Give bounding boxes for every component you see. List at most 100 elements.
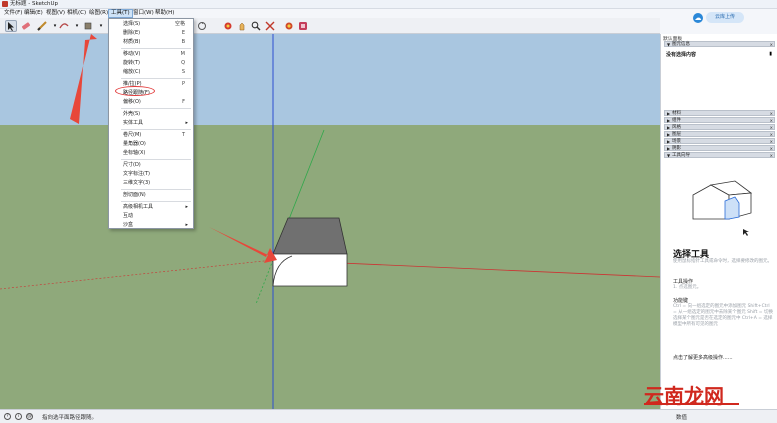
section-label: 图元信息 (672, 42, 690, 47)
rectangle-icon[interactable] (82, 20, 94, 32)
menu-item-rotate[interactable]: 旋转(T) Q (109, 59, 193, 68)
menu-separator (121, 48, 191, 49)
menu-item-advanced-camera[interactable]: 高级相机工具 ▸ (109, 203, 193, 212)
menu-separator (121, 189, 191, 190)
shape-icon[interactable] (58, 20, 70, 32)
menu-item-scale[interactable]: 缩放(C) S (109, 68, 193, 77)
menu-item-section-plane[interactable]: 剖切面(N) (109, 191, 193, 200)
menu-item-protractor[interactable]: 量角器(O) (109, 140, 193, 149)
house-illustration (692, 180, 753, 236)
menu-edit[interactable]: 编辑(E) (22, 9, 45, 18)
zoom-icon[interactable] (250, 20, 262, 32)
menu-tools[interactable]: 工具(T) (108, 9, 133, 18)
menu-item-select[interactable]: 选择(S) 空格 (109, 20, 193, 29)
expand-triangle-icon: ▶ (667, 125, 671, 130)
menu-item-move[interactable]: 移动(V) M (109, 50, 193, 59)
section-components[interactable]: ▶ 组件 × (664, 117, 775, 123)
learn-more-link[interactable]: 点击了解更多高级操作...... (673, 354, 733, 361)
title-bar: 无标题 - SketchUp (0, 0, 777, 9)
submenu-arrow-icon: ▸ (185, 120, 188, 126)
no-selection-label: 没有选择内容 (666, 52, 697, 58)
keys-text: Ctrl = 向一组选定的图元中添加图元 Shift+Ctrl = 从一组选定的… (673, 304, 773, 327)
menu-item-solid-tools[interactable]: 实体工具 ▸ (109, 119, 193, 128)
cloud-upload-button[interactable]: 云库上传 (706, 12, 744, 23)
close-icon[interactable]: × (770, 132, 773, 137)
menu-item-axes[interactable]: 坐标轴(X) (109, 149, 193, 158)
menu-view[interactable]: 视图(V) (44, 9, 67, 18)
box-front (272, 253, 348, 287)
menu-item-sandbox[interactable]: 沙盒 ▸ (109, 221, 193, 230)
orbit-icon[interactable] (196, 20, 208, 32)
sky (0, 34, 660, 125)
menu-item-3d-text[interactable]: 三维文字(3) (109, 179, 193, 188)
cloud-icon[interactable]: ☁ (693, 13, 703, 23)
close-icon[interactable]: × (770, 153, 773, 158)
close-icon[interactable]: × (770, 111, 773, 116)
section-entity-info[interactable]: ▼ 图元信息 × (664, 41, 775, 47)
ops-title: 工具操作 (673, 279, 694, 285)
section-shadows[interactable]: ▶ 阴影 × (664, 145, 775, 151)
georeference-icon[interactable]: ? (4, 413, 11, 420)
section-label: 材料 (672, 111, 681, 116)
section-instructor[interactable]: ▼ 工具向导 × (664, 152, 775, 158)
section-scenes[interactable]: ▶ 场景 × (664, 138, 775, 144)
menu-item-paint[interactable]: 材质(B) B (109, 38, 193, 47)
measurements-label: 数值 (676, 415, 688, 421)
collapse-triangle-icon: ▼ (667, 153, 671, 158)
close-icon[interactable]: × (770, 125, 773, 130)
menu-separator (121, 108, 191, 109)
hand-icon[interactable] (236, 20, 248, 32)
eraser-icon[interactable] (20, 20, 32, 32)
credits-icon[interactable]: i (15, 413, 22, 420)
watermark-underline (644, 403, 739, 405)
select-icon[interactable] (5, 20, 17, 32)
close-icon[interactable]: × (770, 42, 773, 47)
lock-icon[interactable]: ▮ (769, 51, 772, 57)
close-icon[interactable]: × (770, 146, 773, 151)
section-materials[interactable]: ▶ 材料 × (664, 110, 775, 116)
menu-item-text[interactable]: 文字标注(T) (109, 170, 193, 179)
section-label: 场景 (672, 139, 681, 144)
menu-item-dimensions[interactable]: 尺寸(D) (109, 161, 193, 170)
section-label: 风格 (672, 125, 681, 130)
menu-separator (121, 159, 191, 160)
close-icon[interactable]: × (770, 118, 773, 123)
menu-item-erase[interactable]: 删除(E) E (109, 29, 193, 38)
top-right-strip: ☁ 云库上传 (660, 9, 777, 34)
collapse-triangle-icon: ▼ (667, 42, 671, 47)
submenu-arrow-icon: ▸ (185, 204, 188, 210)
expand-triangle-icon: ▶ (667, 146, 671, 151)
warehouse-icon[interactable] (297, 20, 309, 32)
section-label: 工具向导 (672, 153, 690, 158)
menu-item-tape-measure[interactable]: 卷尺(M) T (109, 131, 193, 140)
menu-draw[interactable]: 绘图(R) (87, 9, 110, 18)
menu-separator (121, 201, 191, 202)
status-bar: ? i @ 指向选平面路径跟随。 数值 (0, 409, 777, 423)
menu-separator (121, 78, 191, 79)
section-layers[interactable]: ▶ 图层 × (664, 131, 775, 137)
menu-item-offset[interactable]: 偏移(O) F (109, 98, 193, 107)
user-icon[interactable]: @ (26, 413, 33, 420)
menu-item-outer-shell[interactable]: 外壳(S) (109, 110, 193, 119)
highlight-ring (115, 86, 155, 96)
dropdown-arrow-icon[interactable]: ▾ (95, 20, 107, 32)
menu-help[interactable]: 帮助(H) (153, 9, 176, 18)
section-styles[interactable]: ▶ 风格 × (664, 124, 775, 130)
pan-icon[interactable] (222, 20, 234, 32)
menu-camera[interactable]: 相机(C) (65, 9, 88, 18)
window-title: 无标题 - SketchUp (10, 1, 59, 7)
expand-triangle-icon: ▶ (667, 139, 671, 144)
tools-dropdown-menu: 选择(S) 空格 删除(E) E 材质(B) B 移动(V) M 旋转(T) Q 缩放(C… (108, 18, 194, 229)
section-label: 阴影 (672, 146, 681, 151)
ops-text: 1. 点选图元。 (673, 285, 702, 290)
modeling-viewport[interactable] (0, 34, 660, 409)
zoom-extents-icon[interactable] (264, 20, 276, 32)
close-icon[interactable]: × (770, 139, 773, 144)
gem-icon[interactable] (283, 20, 295, 32)
section-label: 图层 (672, 132, 681, 137)
keys-title: 功能键 (673, 298, 689, 304)
menu-item-interact[interactable]: 互动 (109, 212, 193, 221)
main-toolbar: ▾ ▾ ▾ (0, 18, 660, 34)
expand-triangle-icon: ▶ (667, 132, 671, 137)
pencil-icon[interactable] (36, 20, 48, 32)
